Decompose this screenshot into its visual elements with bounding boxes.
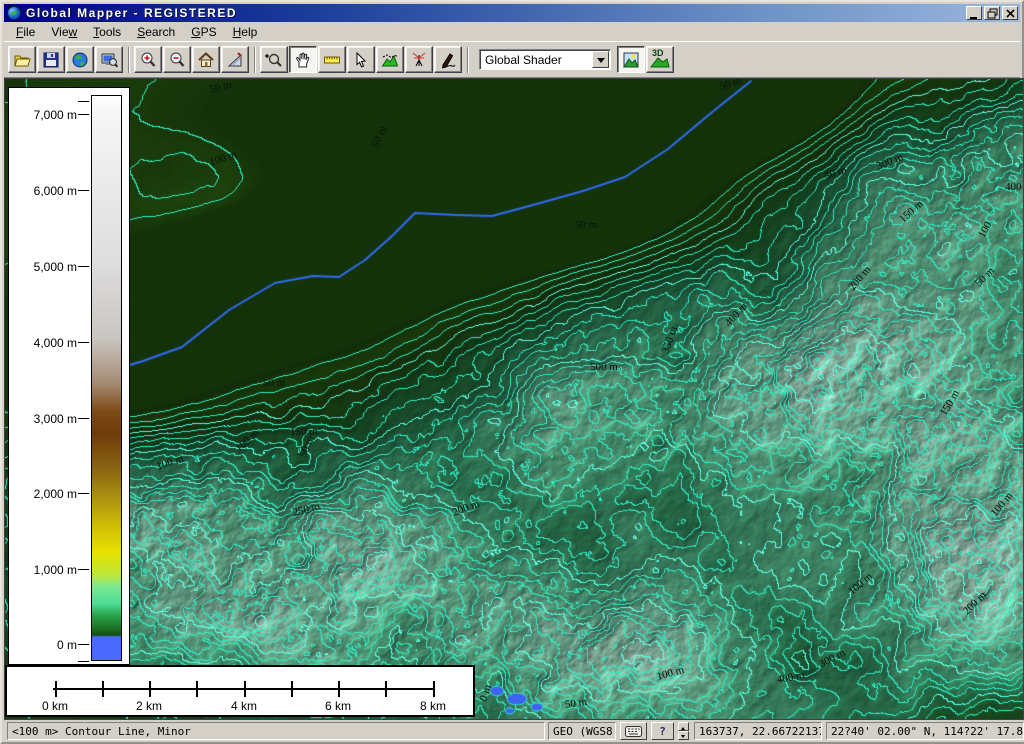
chevron-down-icon[interactable] bbox=[592, 51, 609, 68]
scale-bar-label: 8 km bbox=[420, 699, 446, 713]
toolbar-separator bbox=[467, 47, 469, 73]
scale-bar-tick bbox=[55, 681, 57, 697]
full-view-home-button[interactable] bbox=[192, 46, 220, 73]
open-file-button[interactable] bbox=[8, 46, 36, 73]
title-bar: Global Mapper - REGISTERED bbox=[4, 4, 1020, 22]
scale-bar-label: 2 km bbox=[136, 699, 162, 713]
window-title: Global Mapper - REGISTERED bbox=[26, 6, 237, 20]
show-images-button[interactable] bbox=[617, 46, 645, 73]
status-position-dms: 22?40' 02.00" N, 114?22' 17.89" E bbox=[826, 722, 1024, 740]
minimize-button[interactable] bbox=[966, 6, 982, 20]
legend-tick: 2,000 m bbox=[9, 487, 129, 499]
set-scale-button[interactable] bbox=[221, 46, 249, 73]
map-view: 50 m100 m50 m50 m50 m500 m350 m400 m50 m… bbox=[4, 78, 1024, 720]
scale-bar-tick bbox=[433, 681, 435, 697]
legend-tick: 7,000 m bbox=[9, 108, 129, 120]
status-bar: <100 m> Contour Line, Minor GEO (WGS8 ? … bbox=[4, 720, 1024, 742]
scale-bar-tick bbox=[149, 681, 151, 697]
close-button[interactable] bbox=[1002, 6, 1018, 20]
contour-label: 50 m bbox=[575, 219, 597, 231]
contour-label: 400 bbox=[1005, 181, 1022, 193]
view-3d-button[interactable]: 3D bbox=[646, 46, 674, 73]
scale-bar-line bbox=[53, 688, 433, 690]
legend-tick: 5,000 m bbox=[9, 260, 129, 272]
zoom-out-button[interactable] bbox=[163, 46, 191, 73]
help-button[interactable]: ? bbox=[651, 722, 674, 740]
shader-select[interactable]: Global Shader bbox=[479, 49, 611, 70]
status-feature-info: <100 m> Contour Line, Minor bbox=[7, 722, 545, 740]
contour-label: 500 m bbox=[590, 361, 618, 373]
path-profile-button[interactable] bbox=[376, 46, 404, 73]
toolbar-separator bbox=[128, 47, 130, 73]
legend-tick: 4,000 m bbox=[9, 336, 129, 348]
status-projection: GEO (WGS8 bbox=[548, 722, 616, 740]
view-shed-button[interactable] bbox=[405, 46, 433, 73]
scale-bar-label: 4 km bbox=[231, 699, 257, 713]
scale-bar-tick bbox=[291, 681, 293, 697]
view-3d-label: 3D bbox=[652, 48, 664, 58]
save-button[interactable] bbox=[37, 46, 65, 73]
pan-tool-button[interactable] bbox=[289, 46, 317, 73]
app-globe-icon bbox=[7, 6, 21, 20]
shader-select-value: Global Shader bbox=[480, 53, 562, 67]
elevation-gradient-bar bbox=[91, 95, 122, 661]
zoom-spinner[interactable] bbox=[678, 722, 689, 740]
menu-item[interactable]: File bbox=[8, 23, 43, 41]
global-mapper-window: Global Mapper - REGISTERED FileViewTools… bbox=[0, 0, 1024, 744]
legend-tick bbox=[9, 95, 129, 107]
legend-tick: 0 m bbox=[9, 638, 129, 650]
scale-bar-tick bbox=[102, 681, 104, 697]
digitizer-tool-button[interactable] bbox=[434, 46, 462, 73]
toolbar-separator bbox=[254, 47, 256, 73]
scale-bar-tick bbox=[196, 681, 198, 697]
scale-bar-label: 0 km bbox=[42, 699, 68, 713]
spinner-up-icon[interactable] bbox=[678, 722, 689, 731]
restore-button[interactable] bbox=[984, 6, 1000, 20]
pointer-tool-button[interactable] bbox=[347, 46, 375, 73]
menu-bar: FileViewToolsSearchGPSHelp bbox=[4, 22, 1020, 42]
menu-item[interactable]: Tools bbox=[85, 23, 129, 41]
legend-tick: 1,000 m bbox=[9, 563, 129, 575]
menu-item[interactable]: GPS bbox=[183, 23, 224, 41]
scale-bar-tick bbox=[244, 681, 246, 697]
download-imagery-globe-button[interactable] bbox=[66, 46, 94, 73]
contour-label: 50 m bbox=[263, 377, 285, 389]
scale-bar-tick bbox=[385, 681, 387, 697]
spinner-down-icon[interactable] bbox=[678, 731, 689, 740]
configure-view-button[interactable] bbox=[95, 46, 123, 73]
zoom-tool-button[interactable] bbox=[260, 46, 288, 73]
status-coordinates: 163737, 22.66722137 ) bbox=[694, 722, 822, 740]
elevation-legend: 7,000 m 6,000 m 5,000 m 4,000 m 3,000 m 2,000… bbox=[8, 87, 130, 665]
legend-tick: 6,000 m bbox=[9, 184, 129, 196]
scale-bar-label: 6 km bbox=[325, 699, 351, 713]
menu-item[interactable]: View bbox=[43, 23, 85, 41]
legend-tick: 3,000 m bbox=[9, 412, 129, 424]
zoom-in-button[interactable] bbox=[134, 46, 162, 73]
map-canvas[interactable] bbox=[5, 79, 1023, 719]
scale-bar-tick bbox=[338, 681, 340, 697]
measure-tool-button[interactable] bbox=[318, 46, 346, 73]
scale-bar: 0 km 2 km 4 km 6 km 8 km bbox=[5, 665, 475, 717]
menu-item[interactable]: Help bbox=[225, 23, 266, 41]
menu-item[interactable]: Search bbox=[129, 23, 183, 41]
keyboard-button[interactable] bbox=[620, 722, 647, 740]
toolbar: Global Shader 3D bbox=[4, 42, 1020, 78]
